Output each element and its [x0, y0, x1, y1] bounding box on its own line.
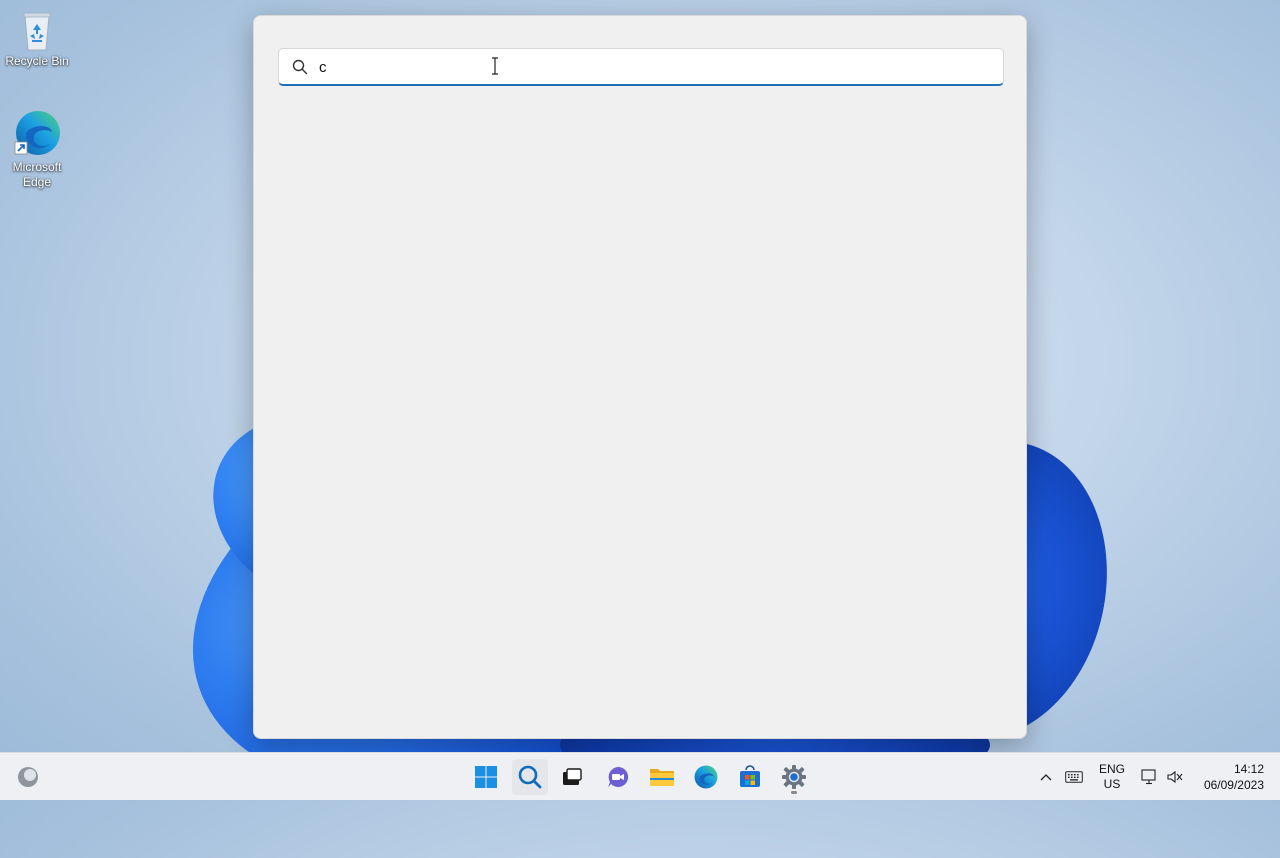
- clock-time: 14:12: [1233, 762, 1264, 776]
- show-hidden-icons-button[interactable]: [1036, 753, 1056, 801]
- chevron-up-icon: [1040, 774, 1052, 781]
- start-button[interactable]: [468, 759, 504, 795]
- gear-icon: [782, 765, 806, 789]
- edge-taskbar-button[interactable]: [688, 759, 724, 795]
- search-icon: [292, 59, 308, 75]
- windows-start-icon: [475, 766, 497, 788]
- desktop-icon-recycle-bin[interactable]: Recycle Bin: [0, 10, 74, 69]
- network-icon: [1141, 769, 1156, 785]
- edge-icon: [14, 111, 60, 155]
- clock-date: 06/09/2023: [1203, 778, 1264, 792]
- volume-button[interactable]: [1164, 753, 1186, 801]
- language-indicator[interactable]: ENG US: [1092, 753, 1132, 801]
- folder-icon: [650, 769, 674, 786]
- store-button[interactable]: [732, 759, 768, 795]
- clock[interactable]: 14:12 06/09/2023: [1194, 753, 1264, 801]
- search-panel: [253, 15, 1027, 739]
- running-indicator: [791, 791, 797, 794]
- file-explorer-button[interactable]: [644, 759, 680, 795]
- touch-keyboard-button[interactable]: [1062, 753, 1086, 801]
- text-cursor-icon: [492, 57, 498, 75]
- task-view-button[interactable]: [554, 759, 590, 795]
- search-input[interactable]: [319, 55, 969, 79]
- keyboard-icon: [1065, 771, 1083, 783]
- search-box[interactable]: [278, 48, 1004, 86]
- language-code: ENG: [1098, 762, 1125, 776]
- recycle-bin-icon: [23, 12, 51, 51]
- desktop-icon-label: Recycle Bin: [5, 54, 69, 68]
- settings-button[interactable]: [776, 759, 812, 795]
- task-view-icon: [563, 768, 582, 785]
- taskbar: ENG US 14:12 06/09/2023: [0, 752, 1280, 800]
- network-status-button[interactable]: [1138, 753, 1160, 801]
- language-region: US: [1103, 777, 1121, 791]
- volume-muted-icon: [1167, 770, 1183, 784]
- store-icon: [740, 765, 760, 787]
- search-icon: [518, 765, 542, 789]
- desktop-icon-label: Microsoft Edge: [12, 160, 62, 189]
- edge-icon: [694, 765, 718, 789]
- widgets-icon: [18, 767, 38, 787]
- chat-icon: [608, 766, 629, 787]
- widgets-button[interactable]: [10, 759, 46, 795]
- chat-button[interactable]: [600, 759, 636, 795]
- desktop-icon-microsoft-edge[interactable]: Microsoft Edge: [0, 108, 74, 190]
- taskbar-search-button[interactable]: [512, 759, 548, 795]
